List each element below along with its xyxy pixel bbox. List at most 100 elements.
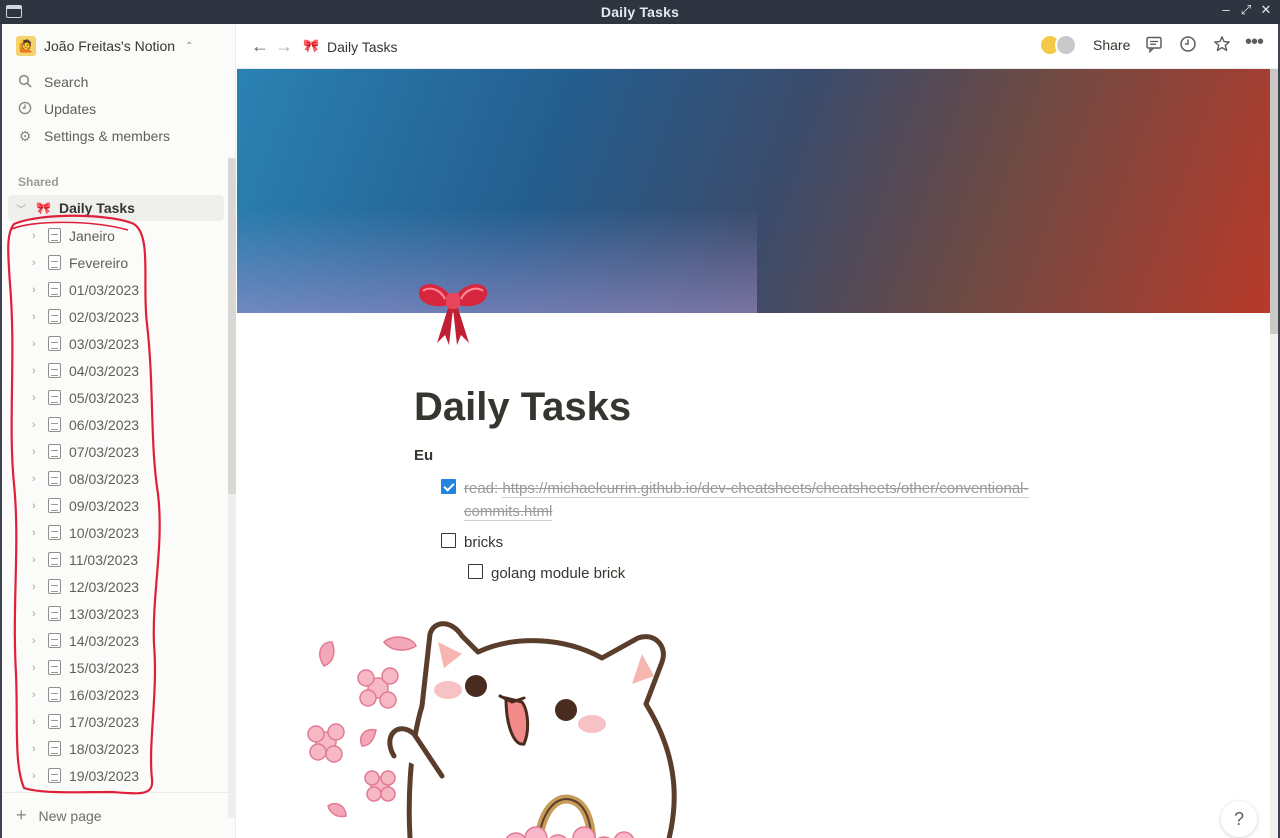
checkbox[interactable] [468,564,483,579]
sidebar-item-label: Search [44,74,89,90]
more-options-icon[interactable]: ••• [1245,31,1264,54]
chevron-right-icon[interactable]: › [32,716,36,728]
workspace-avatar-icon: 🙋 [16,36,36,56]
chevron-right-icon[interactable]: › [32,392,36,404]
search-icon [16,74,34,91]
sidebar-item-label: Updates [44,101,97,117]
chevron-right-icon[interactable]: › [32,554,36,566]
chevron-right-icon[interactable]: › [32,419,36,431]
bow-icon: 🎀 [36,201,51,215]
page-document-icon [48,579,61,594]
sidebar-page-label: 14/03/2023 [69,632,140,649]
sidebar-page-item[interactable]: › 06/03/2023 [2,411,228,438]
sidebar-page-item[interactable]: › Janeiro [2,222,228,249]
sidebar-scrollbar[interactable] [228,158,236,494]
main-scroll-thumb[interactable] [1270,69,1278,334]
section-heading[interactable]: Eu [414,447,433,464]
sidebar-page-item[interactable]: › 17/03/2023 [2,708,228,735]
todo-text[interactable]: golang module brick [491,562,625,585]
chevron-right-icon[interactable]: › [32,311,36,323]
sidebar-page-item[interactable]: › 10/03/2023 [2,519,228,546]
sidebar-page-item[interactable]: › 13/03/2023 [2,600,228,627]
sidebar-page-label: 16/03/2023 [69,686,140,703]
sidebar-page-label: 15/03/2023 [69,659,140,676]
workspace-switcher[interactable]: 🙋 João Freitas's Notion ⌃ [16,36,193,56]
chevron-right-icon[interactable]: › [32,230,36,242]
chevron-right-icon[interactable]: › [32,365,36,377]
sidebar-page-item[interactable]: › 19/03/2023 [2,762,228,789]
sidebar-page-label: 10/03/2023 [69,524,140,541]
todo-link[interactable]: https://michaelcurrin.github.io/dev-chea… [464,480,1029,521]
bow-icon: 🎀 [303,38,320,53]
new-page-button[interactable]: + New page [2,792,236,838]
close-button[interactable]: ✕ [1260,2,1272,18]
chevron-right-icon[interactable]: › [32,662,36,674]
cover-gradient [237,209,757,313]
page-title[interactable]: Daily Tasks [414,385,631,430]
sidebar-page-item[interactable]: › 12/03/2023 [2,573,228,600]
clock-icon [16,101,34,118]
sidebar-page-item[interactable]: › 16/03/2023 [2,681,228,708]
sidebar-page-item[interactable]: › 05/03/2023 [2,384,228,411]
chevron-right-icon[interactable]: › [32,338,36,350]
sidebar-page-item[interactable]: › 14/03/2023 [2,627,228,654]
chevron-down-icon[interactable]: ﹀ [16,201,30,216]
sidebar-page-item[interactable]: › 18/03/2023 [2,735,228,762]
page-document-icon [48,390,61,405]
chevron-right-icon[interactable]: › [32,257,36,269]
comment-icon[interactable] [1145,35,1163,58]
bow-icon[interactable] [415,273,491,349]
forward-arrow-icon[interactable]: → [275,36,293,57]
sidebar-page-item[interactable]: › 02/03/2023 [2,303,228,330]
page-document-icon [48,525,61,540]
chevron-right-icon[interactable]: › [32,743,36,755]
help-button[interactable]: ? [1221,801,1257,837]
chevron-right-icon[interactable]: › [32,635,36,647]
chevron-right-icon[interactable]: › [32,527,36,539]
sidebar-page-item[interactable]: › 04/03/2023 [2,357,228,384]
back-arrow-icon[interactable]: ← [251,36,269,57]
chevron-right-icon[interactable]: › [32,581,36,593]
sidebar-item-settings[interactable]: ⚙ Settings & members [16,125,170,147]
chevron-right-icon[interactable]: › [32,446,36,458]
chevron-right-icon[interactable]: › [32,284,36,296]
todo-text[interactable]: read: https://michaelcurrin.github.io/de… [464,477,1081,523]
sidebar-page-item[interactable]: › 01/03/2023 [2,276,228,303]
sidebar-page-label: 11/03/2023 [69,551,139,568]
todo-item: bricks [441,531,503,554]
todo-label: read: [464,480,503,497]
sidebar-item-updates[interactable]: Updates [16,98,96,120]
page-document-icon [48,660,61,675]
page-document-icon [48,741,61,756]
share-button[interactable]: Share [1093,37,1130,53]
sidebar-item-daily-tasks[interactable]: ﹀ 🎀 Daily Tasks [8,195,224,221]
breadcrumb[interactable]: Daily Tasks [327,39,398,55]
collaborator-avatars[interactable] [1039,34,1079,58]
partial-text: ts [591,805,603,822]
sidebar-page-item[interactable]: › 08/03/2023 [2,465,228,492]
chevron-right-icon[interactable]: › [32,473,36,485]
sidebar-page-item[interactable]: › 03/03/2023 [2,330,228,357]
sidebar-page-item[interactable]: › 09/03/2023 [2,492,228,519]
sidebar-page-item[interactable]: › 11/03/2023 [2,546,228,573]
sidebar-page-item[interactable]: › 15/03/2023 [2,654,228,681]
chevron-right-icon[interactable]: › [32,689,36,701]
sidebar-page-item[interactable]: › Fevereiro [2,249,228,276]
checkbox-checked[interactable] [441,479,456,494]
checkbox[interactable] [441,533,456,548]
sidebar-page-item[interactable]: › 07/03/2023 [2,438,228,465]
chevron-right-icon[interactable]: › [32,608,36,620]
sidebar-item-search[interactable]: Search [16,71,88,93]
history-clock-icon[interactable] [1179,35,1197,58]
main-scrollbar[interactable] [1270,69,1278,838]
maximize-button[interactable]: ⤢ [1240,2,1252,18]
sidebar-page-label: 08/03/2023 [69,470,140,487]
chevron-right-icon[interactable]: › [32,770,36,782]
page-document-icon [48,768,61,783]
todo-text[interactable]: bricks [464,531,503,554]
chevron-right-icon[interactable]: › [32,500,36,512]
minimize-button[interactable]: – [1220,2,1232,18]
star-icon[interactable] [1213,35,1231,58]
plus-icon: + [16,805,27,825]
page-document-icon [48,255,61,270]
